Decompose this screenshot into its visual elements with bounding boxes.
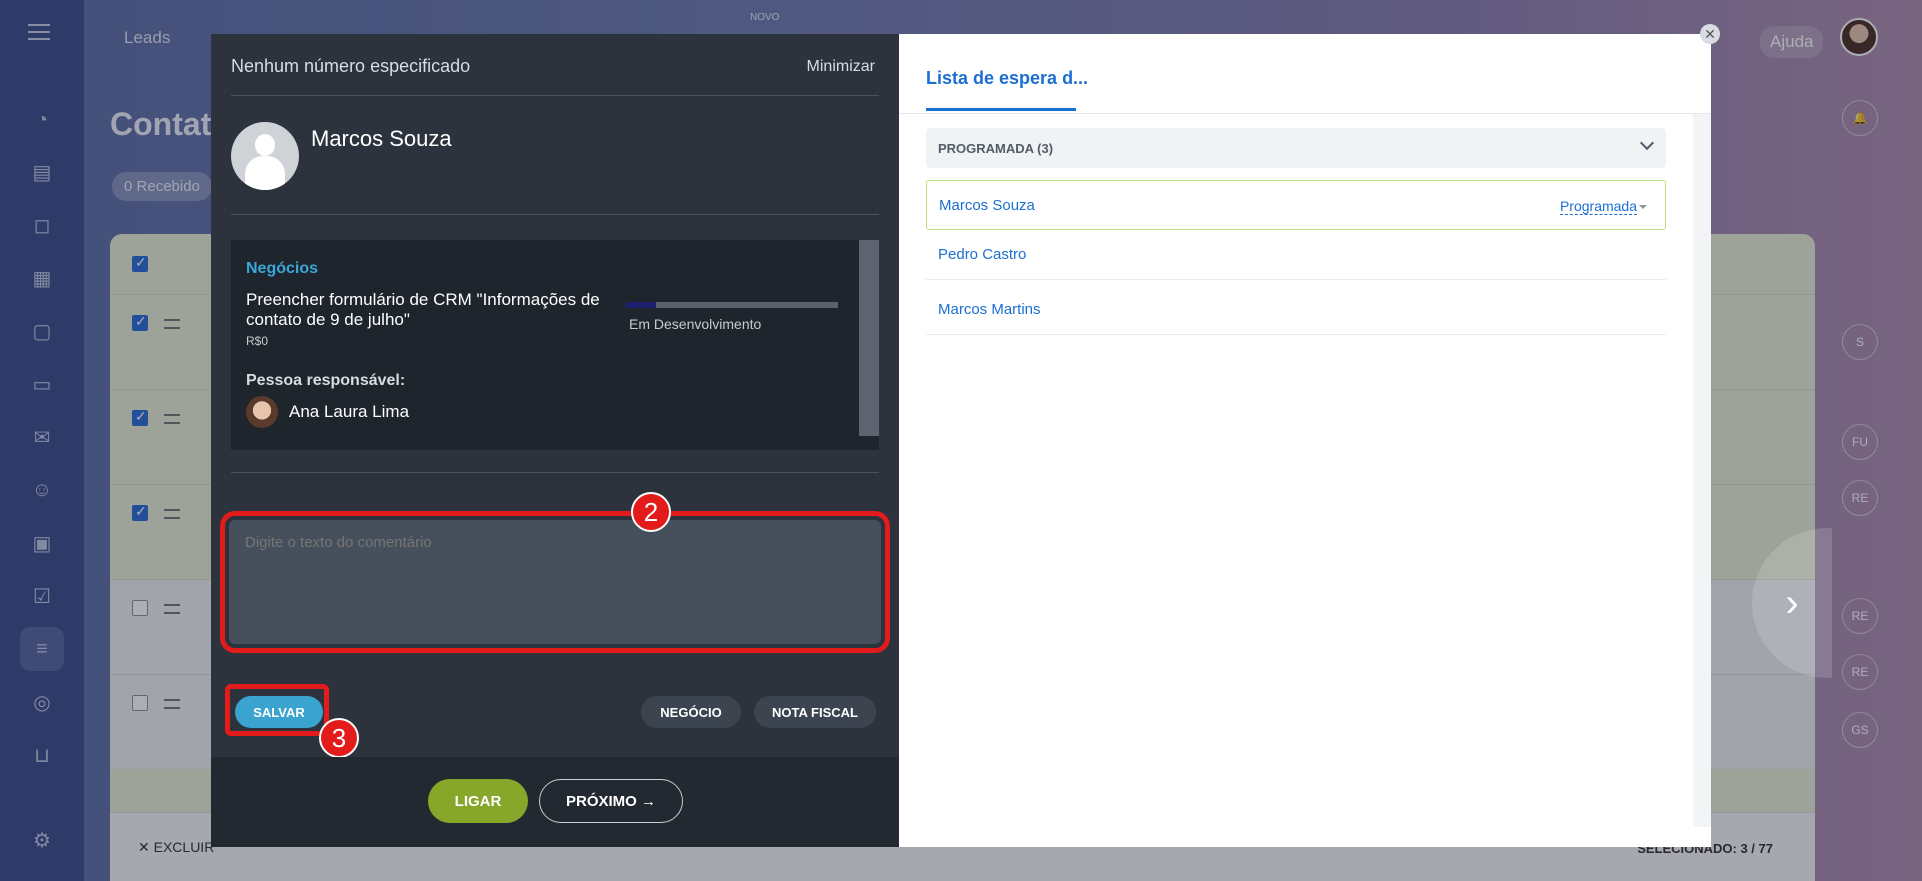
invoice-button[interactable]: NOTA FISCAL [754,696,876,728]
comment-input[interactable] [220,511,890,653]
deal-button[interactable]: NEGÓCIO [641,696,741,728]
list-item[interactable]: Marcos Martins [926,285,1666,335]
list-item[interactable]: Marcos Souza Programada [926,180,1666,230]
status-dropdown[interactable]: Programada [1559,198,1637,215]
chevron-down-icon[interactable] [1639,135,1655,151]
waitlist-panel: Lista de espera d... PROGRAMADA (3) Marc… [899,34,1711,847]
call-button[interactable]: LIGAR [428,779,528,823]
divider [231,214,879,215]
minimize-button[interactable]: Minimizar [807,58,875,76]
contact-name[interactable]: Marcos Souza [311,126,452,152]
deal-card: Negócios Preencher formulário de CRM "In… [231,240,879,450]
waitlist-contact-name[interactable]: Marcos Martins [938,301,1041,318]
active-tab-indicator [926,108,1076,111]
divider [899,113,1711,114]
step-marker: 3 [319,718,359,758]
step-marker: 2 [631,492,671,532]
responsible-name: Ana Laura Lima [289,402,410,421]
waitlist-contact-name[interactable]: Pedro Castro [938,246,1026,263]
tab-waitlist[interactable]: Lista de espera d... [926,68,1088,89]
waitlist-contact-name[interactable]: Marcos Souza [939,197,1035,214]
call-form-title: Nenhum número especificado [231,56,471,76]
close-icon[interactable]: ✕ [1700,24,1720,44]
call-form-header: Nenhum número especificado Minimizar [231,56,879,96]
deal-amount: R$0 [246,334,269,348]
call-form-panel: Nenhum número especificado Minimizar Mar… [211,34,899,847]
responsible-label: Pessoa responsável: [246,372,406,389]
arrow-right-icon: → [641,792,656,810]
deal-description[interactable]: Preencher formulário de CRM "Informações… [246,290,606,330]
list-item[interactable]: Pedro Castro [926,230,1666,280]
contact-avatar [231,122,299,190]
save-button[interactable]: SALVAR [235,696,323,728]
caret-down-icon[interactable] [1639,205,1647,209]
scheduled-group-header[interactable]: PROGRAMADA (3) [926,128,1666,168]
waitlist-scrollbar[interactable] [1693,114,1711,827]
deal-scrollbar[interactable] [859,240,879,436]
call-form-footer: LIGAR PRÓXIMO → [211,757,899,847]
divider [231,472,879,473]
deal-stage: Em Desenvolvimento [629,316,762,332]
responsible-avatar [246,396,278,428]
deal-progress-bar [626,302,838,308]
deal-section-label: Negócios [246,260,319,277]
deal-progress-fill [626,302,656,308]
group-label: PROGRAMADA (3) [938,141,1054,156]
next-button[interactable]: PRÓXIMO → [539,779,683,823]
